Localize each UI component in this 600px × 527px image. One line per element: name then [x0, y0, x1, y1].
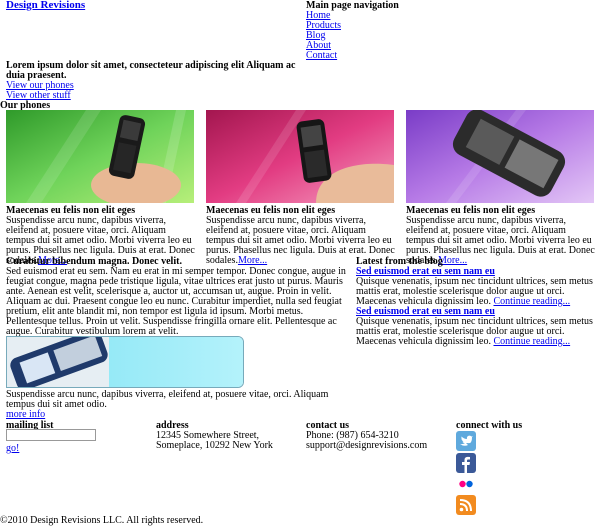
- rss-icon[interactable]: [456, 495, 476, 515]
- blog-post: Sed euismod erat eu sem nam eu Quisque v…: [356, 307, 596, 347]
- contact-email: support@designrevisions.com: [306, 440, 428, 451]
- address-block: address 12345 Somewhere Street, Someplac…: [156, 421, 273, 451]
- phone-image-purple[interactable]: [406, 110, 594, 203]
- blog-list: Sed euismod erat eu sem nam eu Quisque v…: [356, 267, 596, 347]
- connect-heading: connect with us: [456, 420, 523, 431]
- continue-reading-link[interactable]: Continue reading...: [493, 336, 570, 347]
- blog-post-body: Quisque venenatis, ipsum nec tincidunt u…: [356, 276, 593, 307]
- mailing-list-input[interactable]: [6, 429, 96, 441]
- phone-image-pink[interactable]: [206, 110, 394, 203]
- flickr-icon[interactable]: [456, 474, 476, 494]
- facebook-icon[interactable]: [456, 453, 476, 473]
- phone-card: Maecenas eu felis non elit eges Suspendi…: [206, 110, 396, 266]
- nav-link-contact[interactable]: Contact: [306, 50, 337, 61]
- blog-post: Sed euismod erat eu sem nam eu Quisque v…: [356, 267, 596, 307]
- feature-caption: Suspendisse arcu nunc, dapibus viverra, …: [6, 389, 329, 410]
- contact-block: contact us Phone: (987) 654-3210 support…: [306, 421, 427, 451]
- feature-banner-image[interactable]: [6, 336, 244, 388]
- blog-post-body: Quisque venenatis, ipsum nec tincidunt u…: [356, 316, 593, 347]
- main-nav: Home Products Blog About Contact: [306, 11, 341, 61]
- phone-more-link[interactable]: More...: [238, 255, 267, 266]
- phone-image-green[interactable]: [6, 110, 194, 203]
- phone-card: Maecenas eu felis non elit eges Suspendi…: [6, 110, 196, 266]
- feature-text: Sed euismod erat eu sem. Nam eu erat in …: [6, 266, 346, 337]
- copyright-text: ©2010 Design Revisions LLC. All rights r…: [0, 515, 204, 526]
- phone-card: Maecenas eu felis non elit eges Suspendi…: [406, 110, 596, 266]
- mailing-go-link[interactable]: go!: [6, 444, 19, 454]
- intro-text: Lorem ipsum dolor sit amet, consecteteur…: [6, 60, 296, 81]
- twitter-icon[interactable]: [456, 431, 476, 451]
- address-line: Someplace, 10292 New York: [156, 440, 273, 451]
- intro-links: View our phones View other stuff: [6, 81, 74, 101]
- more-info-link[interactable]: more info: [6, 410, 45, 420]
- site-logo-link[interactable]: Design Revisions: [6, 0, 85, 11]
- continue-reading-link[interactable]: Continue reading...: [493, 296, 570, 307]
